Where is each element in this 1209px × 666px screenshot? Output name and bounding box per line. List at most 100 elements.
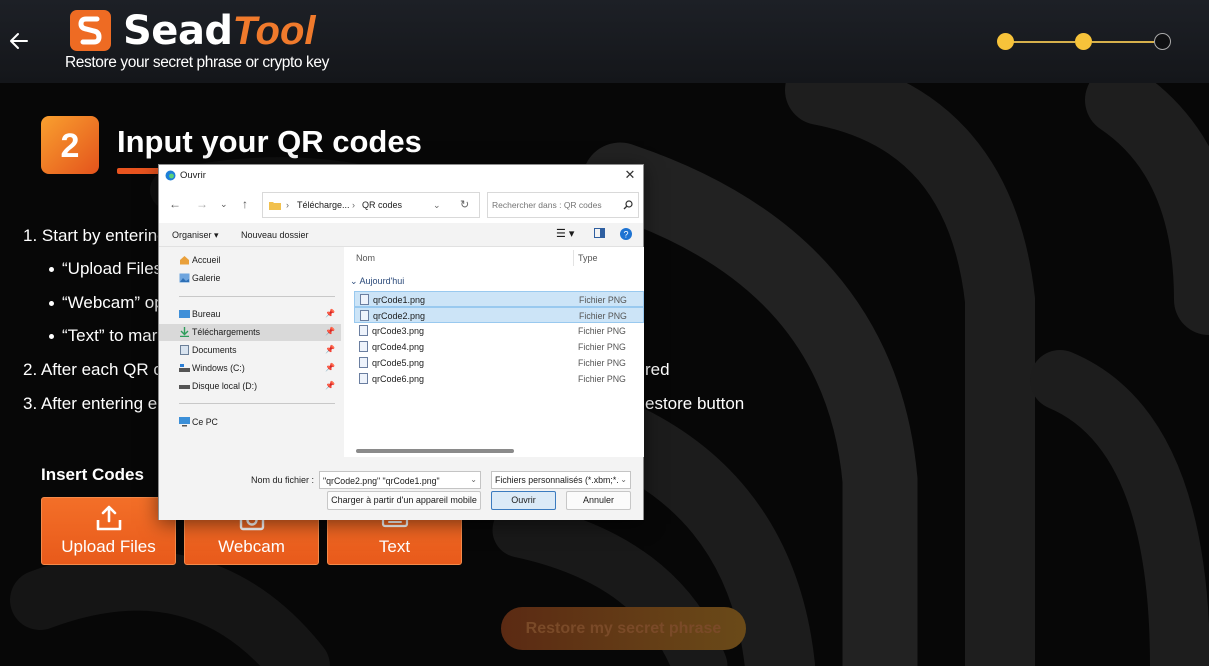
sidebar-item-galerie[interactable]: Galerie [159, 270, 341, 287]
page-title: Input your QR codes [117, 124, 422, 159]
filename-input[interactable] [323, 474, 468, 487]
sidebar-item-bureau[interactable]: Bureau 📌 [159, 306, 341, 323]
file-row-qrcode2[interactable]: qrCode2.png Fichier PNG [354, 307, 644, 323]
sidebar-item-accueil[interactable]: Accueil [159, 252, 341, 269]
address-bar[interactable]: › Télécharge... › QR codes ⌄ ↻ [262, 192, 480, 218]
file-type: Fichier PNG [578, 342, 626, 352]
file-row-qrcode1[interactable]: qrCode1.png Fichier PNG [354, 291, 644, 307]
help-icon[interactable]: ? [620, 228, 632, 242]
step-number-badge: 2 [41, 116, 99, 174]
sidebar-divider [179, 403, 335, 404]
stepper-dot-3 [1154, 33, 1171, 50]
tagline: Restore your secret phrase or crypto key [65, 54, 329, 71]
breadcrumb-downloads[interactable]: Télécharge... [297, 200, 350, 210]
view-options-icon[interactable]: ☰ ▾ [556, 227, 574, 240]
column-divider[interactable] [573, 250, 574, 266]
pin-icon[interactable]: 📌 [325, 381, 335, 390]
file-name: qrCode5.png [372, 358, 425, 368]
address-dropdown-icon[interactable]: ⌄ [433, 200, 441, 211]
preview-pane-icon[interactable] [594, 228, 605, 240]
stepper-dot-2 [1075, 33, 1092, 50]
search-box[interactable] [487, 192, 639, 218]
organize-menu[interactable]: Organiser ▾ [172, 230, 219, 241]
webcam-label: Webcam [218, 537, 285, 556]
file-row-qrcode5[interactable]: qrCode5.png Fichier PNG [354, 355, 644, 371]
file-row-qrcode6[interactable]: qrCode6.png Fichier PNG [354, 371, 644, 387]
back-arrow-icon[interactable] [8, 30, 30, 52]
insert-codes-label: Insert Codes [41, 465, 144, 484]
pin-icon[interactable]: 📌 [325, 345, 335, 354]
filename-label: Nom du fichier : [251, 475, 315, 485]
file-open-dialog: Ouvrir ✕ ← → ⌄ ↑ › Télécharge... › QR co… [158, 164, 644, 520]
logo-wordmark: SeadTool [123, 8, 316, 54]
file-name: qrCode2.png [373, 311, 426, 321]
breadcrumb-sep-icon: › [352, 200, 355, 210]
sidebar-label: Windows (C:) [192, 363, 245, 373]
upload-files-label: Upload Files [61, 537, 156, 556]
sidebar-label: Bureau [192, 309, 221, 319]
png-file-icon [359, 341, 368, 352]
breadcrumb-qr-codes[interactable]: QR codes [362, 200, 402, 210]
pc-icon [179, 417, 190, 427]
organize-label: Organiser [172, 230, 212, 240]
logo-word-tool: Tool [232, 9, 316, 53]
up-icon[interactable]: ↑ [242, 197, 248, 211]
new-folder-button[interactable]: Nouveau dossier [241, 230, 309, 240]
sidebar-divider [179, 296, 335, 297]
close-icon[interactable]: ✕ [623, 168, 637, 182]
pin-icon[interactable]: 📌 [325, 309, 335, 318]
drive-icon [179, 385, 190, 389]
refresh-icon[interactable]: ↻ [460, 198, 469, 211]
sidebar-item-ce-pc[interactable]: Ce PC [159, 414, 341, 431]
load-from-mobile-button[interactable]: Charger à partir d'un appareil mobile [327, 491, 481, 510]
sidebar-item-windows-c[interactable]: Windows (C:) 📌 [159, 360, 341, 377]
title-underline [117, 168, 161, 174]
restore-secret-phrase-button[interactable]: Restore my secret phrase [501, 607, 746, 650]
recent-chevron-icon[interactable]: ⌄ [220, 199, 228, 210]
sidebar-label: Galerie [192, 273, 221, 283]
filename-combobox[interactable]: ⌄ [319, 471, 481, 489]
sidebar-label: Ce PC [192, 417, 218, 427]
instruction-1: 1. Start by entering [23, 226, 167, 245]
desktop-icon [179, 310, 190, 318]
pin-icon[interactable]: 📌 [325, 327, 335, 336]
horizontal-scrollbar[interactable] [356, 449, 514, 453]
pin-icon[interactable]: 📌 [325, 363, 335, 372]
cancel-button[interactable]: Annuler [566, 491, 631, 510]
downloads-icon [180, 327, 189, 337]
chevron-down-icon[interactable]: ⌄ [620, 475, 627, 484]
chevron-down-icon[interactable]: ⌄ [470, 475, 477, 484]
instruction-bullet-upload: “Upload Files [62, 259, 163, 278]
file-row-qrcode3[interactable]: qrCode3.png Fichier PNG [354, 323, 644, 339]
stepper-line-1 [1013, 41, 1075, 43]
group-header-today[interactable]: ⌄ Aujourd'hui [350, 276, 404, 287]
column-header-type[interactable]: Type [578, 253, 598, 263]
file-name: qrCode6.png [372, 374, 425, 384]
back-icon[interactable]: ← [169, 197, 181, 211]
drive-icon [179, 364, 190, 372]
bullet-dot [49, 334, 54, 339]
open-button[interactable]: Ouvrir [491, 491, 556, 510]
sidebar-item-disque-d[interactable]: Disque local (D:) 📌 [159, 378, 341, 395]
filetype-value: Fichiers personnalisés (*.xbm;*.t [495, 475, 619, 485]
filetype-select[interactable]: Fichiers personnalisés (*.xbm;*.t ⌄ [491, 471, 631, 489]
png-file-icon [359, 373, 368, 384]
breadcrumb-sep-icon: › [286, 200, 289, 210]
forward-icon[interactable]: → [196, 197, 208, 211]
dialog-titlebar[interactable]: Ouvrir ✕ [159, 165, 643, 187]
file-row-qrcode4[interactable]: qrCode4.png Fichier PNG [354, 339, 644, 355]
sidebar-label: Disque local (D:) [192, 381, 258, 391]
sidebar-item-documents[interactable]: Documents 📌 [159, 342, 341, 359]
gallery-icon [179, 273, 190, 283]
stepper-line-2 [1092, 41, 1154, 43]
column-header-name[interactable]: Nom [356, 253, 375, 263]
svg-text:?: ? [623, 230, 628, 240]
png-file-icon [360, 294, 369, 305]
sidebar-item-telechargements[interactable]: Téléchargements 📌 [159, 324, 341, 341]
instruction-bullet-text: “Text” to mar [62, 326, 158, 345]
file-type: Fichier PNG [579, 295, 627, 305]
search-input[interactable] [492, 198, 620, 212]
instruction-2-tail: red [645, 360, 670, 379]
png-file-icon [359, 325, 368, 336]
upload-files-button[interactable]: Upload Files [41, 497, 176, 565]
